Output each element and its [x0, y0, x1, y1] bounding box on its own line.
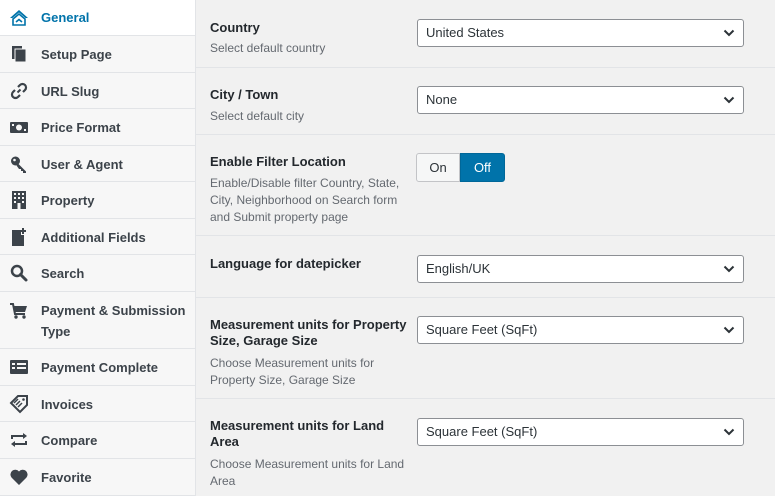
- sidebar-item-label: URL Slug: [41, 84, 100, 99]
- key-icon: [9, 154, 29, 174]
- sidebar-item-property[interactable]: Property: [0, 182, 195, 219]
- money-icon: [9, 117, 29, 137]
- setting-row-measurement-property: Measurement units for Property Size, Gar…: [196, 298, 775, 399]
- link-icon: [9, 81, 29, 101]
- sidebar-item-payment-submission-type[interactable]: Payment & Submission Type: [0, 292, 195, 349]
- sidebar-item-label: Setup Page: [41, 47, 112, 62]
- sidebar-item-general[interactable]: General: [0, 0, 195, 36]
- setting-description: Select default country: [210, 41, 326, 55]
- select-value: None: [426, 92, 458, 107]
- list-icon: [9, 357, 29, 377]
- sidebar-item-invoices[interactable]: Invoices: [0, 386, 195, 422]
- sidebar-item-label: Compare: [41, 433, 98, 448]
- select-value: Square Feet (SqFt): [426, 424, 538, 439]
- setting-description: Choose Measurement units for Property Si…: [210, 356, 375, 387]
- sidebar-item-setup-page[interactable]: Setup Page: [0, 36, 195, 73]
- sidebar-item-price-format[interactable]: Price Format: [0, 109, 195, 146]
- sidebar-item-label: Property: [41, 193, 95, 208]
- sidebar-item-label: User & Agent: [41, 157, 123, 172]
- setting-row-datepicker-language: Language for datepicker English/UK: [196, 236, 775, 298]
- filter-location-toggle[interactable]: On Off: [416, 153, 505, 182]
- cart-icon: [9, 301, 29, 321]
- chevron-down-icon: [723, 265, 735, 273]
- setting-title: Enable Filter Location: [210, 154, 346, 169]
- datepicker-language-select[interactable]: English/UK: [417, 255, 744, 283]
- sidebar-item-label: General: [41, 10, 90, 25]
- setting-row-filter-location: Enable Filter Location Enable/Disable fi…: [196, 135, 775, 236]
- setting-title: Language for datepicker: [210, 256, 361, 271]
- sidebar-item-label: Favorite: [41, 470, 92, 485]
- sidebar-item-compare[interactable]: Compare: [0, 422, 195, 459]
- building-icon: [9, 190, 29, 210]
- chevron-down-icon: [723, 326, 735, 334]
- sidebar-item-label: Payment & Submission Type: [41, 303, 186, 339]
- city-select[interactable]: None: [417, 86, 744, 114]
- heart-icon: [9, 467, 29, 487]
- settings-panel: Country Select default country United St…: [196, 0, 775, 496]
- chevron-down-icon: [723, 428, 735, 436]
- setting-title: Measurement units for Land Area: [210, 418, 385, 449]
- setting-title: Country: [210, 20, 260, 35]
- sidebar-item-label: Search: [41, 266, 85, 281]
- tag-icon: [9, 394, 29, 414]
- chevron-down-icon: [723, 29, 735, 37]
- compare-icon: [9, 430, 29, 450]
- setting-title: Measurement units for Property Size, Gar…: [210, 317, 407, 348]
- setting-row-measurement-land: Measurement units for Land Area Choose M…: [196, 399, 775, 496]
- sidebar-item-payment-complete[interactable]: Payment Complete: [0, 349, 195, 386]
- toggle-off-button[interactable]: Off: [460, 153, 505, 182]
- sidebar-item-favorite[interactable]: Favorite: [0, 459, 195, 496]
- sidebar-item-label: Payment Complete: [41, 360, 159, 375]
- home-icon: [9, 8, 29, 28]
- select-value: United States: [426, 25, 505, 40]
- measurement-property-select[interactable]: Square Feet (SqFt): [417, 316, 744, 344]
- country-select[interactable]: United States: [417, 19, 744, 47]
- sidebar-item-user-agent[interactable]: User & Agent: [0, 146, 195, 182]
- setting-description: Enable/Disable filter Country, State, Ci…: [210, 176, 400, 224]
- select-value: Square Feet (SqFt): [426, 322, 538, 337]
- measurement-land-select[interactable]: Square Feet (SqFt): [417, 418, 744, 446]
- sidebar-item-label: Invoices: [41, 397, 94, 412]
- sidebar-item-label: Price Format: [41, 120, 121, 135]
- setting-title: City / Town: [210, 87, 279, 102]
- add-page-icon: [9, 227, 29, 247]
- settings-sidebar: General Setup Page URL Slug Price Format…: [0, 0, 196, 496]
- sidebar-item-url-slug[interactable]: URL Slug: [0, 73, 195, 109]
- chevron-down-icon: [723, 96, 735, 104]
- sidebar-item-label: Additional Fields: [41, 230, 146, 245]
- toggle-on-button[interactable]: On: [416, 153, 460, 182]
- page-icon: [9, 44, 29, 64]
- setting-row-city: City / Town Select default city None: [196, 68, 775, 135]
- setting-row-country: Country Select default country United St…: [196, 0, 775, 68]
- sidebar-item-search[interactable]: Search: [0, 255, 195, 292]
- search-icon: [9, 263, 29, 283]
- setting-description: Choose Measurement units for Land Area: [210, 457, 405, 488]
- select-value: English/UK: [426, 261, 491, 276]
- sidebar-item-additional-fields[interactable]: Additional Fields: [0, 219, 195, 255]
- setting-description: Select default city: [210, 109, 305, 123]
